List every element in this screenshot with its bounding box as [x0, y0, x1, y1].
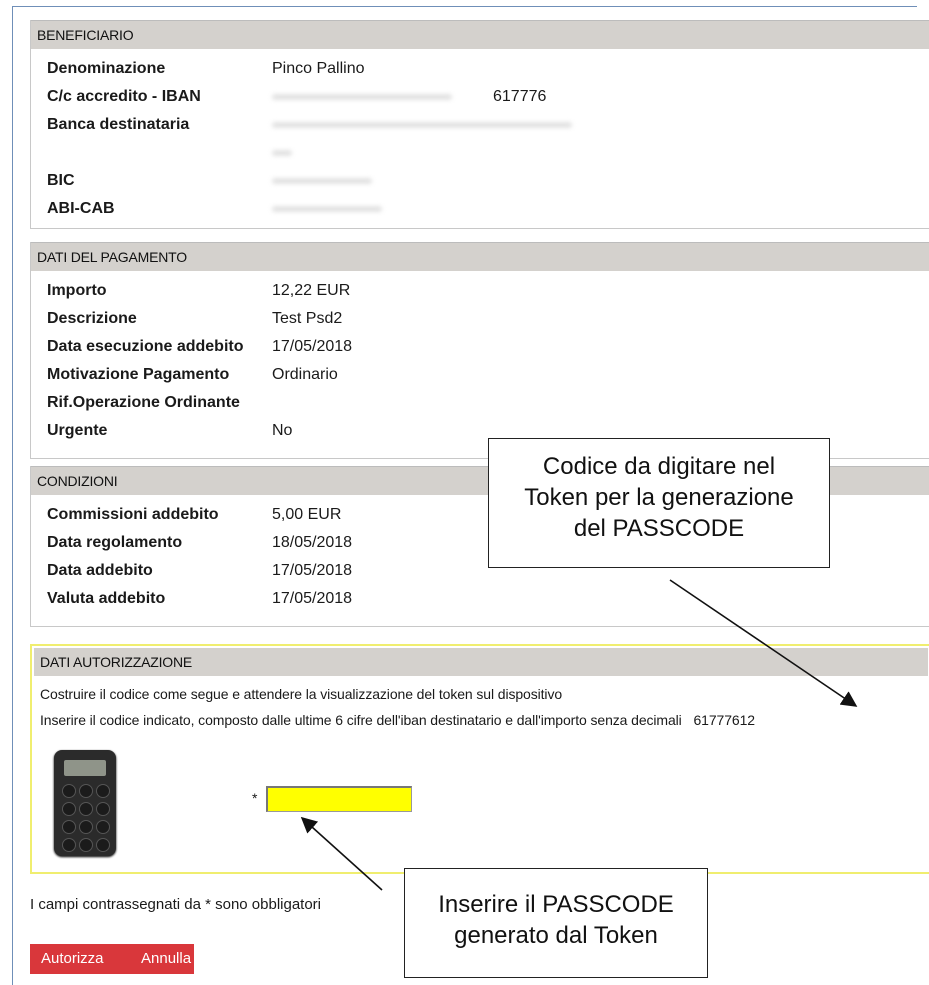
- arrow-to-passcode-input: [300, 816, 383, 891]
- arrow-to-token-code: [669, 579, 858, 707]
- callout-arrows: [300, 579, 858, 891]
